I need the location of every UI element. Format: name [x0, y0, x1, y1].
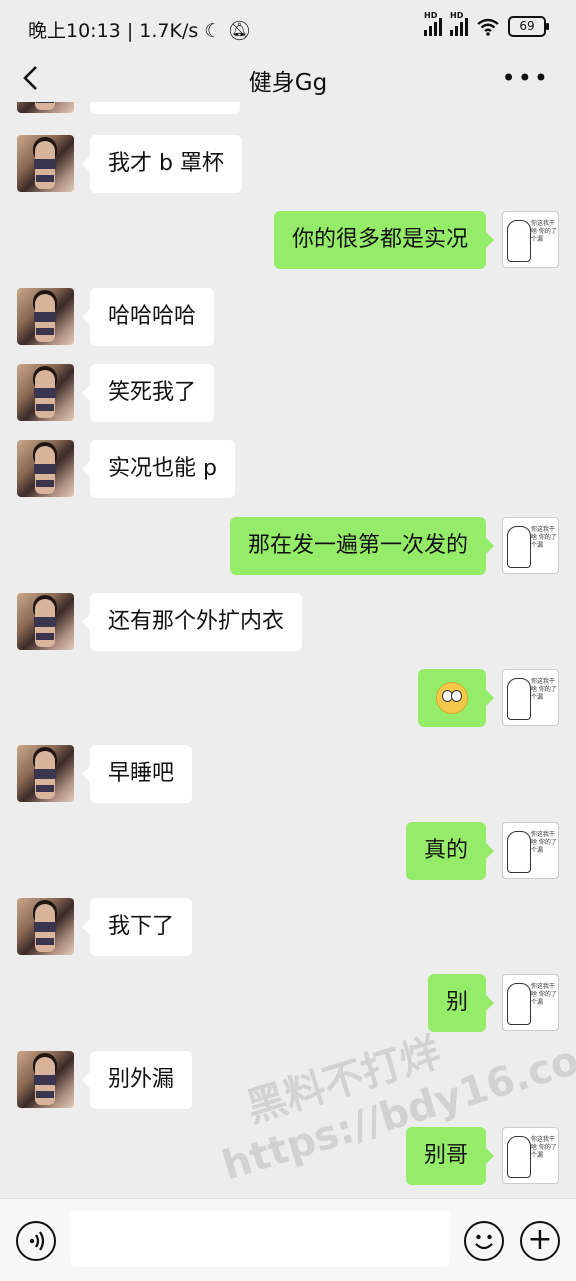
cartoon-face-icon [507, 830, 531, 873]
message-list[interactable]: 我才 b 罩杯你这我干啥 你的了个漏 你的很多都是实况 哈哈哈哈笑死我了实况也能 p… [0, 102, 576, 1198]
message-bubble[interactable]: 还有那个外扩内衣 [81, 592, 303, 651]
outgoing-message-row: 你这我干啥 你的了个漏 [0, 669, 576, 729]
message-input[interactable] [70, 1211, 450, 1267]
avatar-caption: 你这我干啥 你的了个漏 [531, 525, 557, 549]
contact-avatar[interactable] [17, 287, 74, 345]
contact-avatar[interactable] [17, 592, 74, 650]
cartoon-face-icon [507, 983, 531, 1026]
battery-icon: 69 [508, 16, 549, 37]
add-more-icon[interactable]: + [520, 1221, 560, 1261]
outgoing-message-row: 你这我干啥 你的了个漏 那在发一遍第一次发的 [0, 516, 576, 577]
input-bar: + [0, 1198, 576, 1281]
signal-icon: HD [424, 11, 442, 36]
outgoing-message-row: 你这我干啥 你的了个漏 别 [0, 974, 576, 1034]
voice-input-icon[interactable] [16, 1221, 56, 1261]
signal-icon: HD [450, 11, 468, 36]
message-bubble[interactable]: 别哥 [405, 1126, 495, 1185]
avatar-caption: 你这我干啥 你的了个漏 [531, 983, 557, 1007]
message-bubble[interactable] [418, 669, 494, 728]
incoming-message-row: 早睡吧 [0, 745, 576, 805]
message-bubble[interactable]: 你的很多都是实况 [273, 211, 495, 270]
contact-avatar[interactable] [17, 745, 74, 803]
more-options-icon[interactable]: ••• [502, 64, 550, 92]
avatar-caption: 你这我干啥 你的了个漏 [531, 1135, 557, 1159]
message-bubble-partial [90, 102, 240, 114]
cartoon-face-icon [507, 220, 531, 263]
status-right: HD HD 69 [424, 11, 549, 37]
message-bubble[interactable]: 笑死我了 [81, 363, 215, 422]
message-bubble[interactable]: 别外漏 [81, 1050, 193, 1109]
contact-avatar[interactable] [17, 135, 74, 192]
incoming-message-row: 我才 b 罩杯 [0, 135, 576, 195]
message-bubble[interactable]: 别 [427, 974, 495, 1033]
my-avatar[interactable]: 你这我干啥 你的了个漏 [502, 669, 559, 727]
message-bubble[interactable]: 那在发一遍第一次发的 [229, 516, 495, 575]
message-bubble[interactable]: 我下了 [81, 898, 193, 956]
avatar-caption: 你这我干啥 你的了个漏 [531, 678, 557, 702]
contact-avatar[interactable] [17, 363, 74, 421]
message-bubble[interactable]: 我才 b 罩杯 [82, 135, 242, 193]
message-bubble[interactable]: 真的 [405, 821, 495, 880]
cartoon-face-icon [507, 1135, 531, 1178]
outgoing-message-row: 你这我干啥 你的了个漏 你的很多都是实况 [0, 211, 576, 271]
my-avatar[interactable]: 你这我干啥 你的了个漏 [502, 974, 559, 1032]
incoming-message-row: 别外漏 [0, 1050, 576, 1111]
status-net-speed: 1.7K/s [139, 20, 199, 42]
incoming-message-row: 笑死我了 [0, 363, 576, 424]
message-bubble[interactable]: 早睡吧 [81, 745, 193, 804]
cartoon-face-icon [507, 525, 531, 568]
status-divider: | [126, 20, 140, 42]
avatar-caption: 你这我干啥 你的了个漏 [531, 220, 557, 244]
avatar-caption: 你这我干啥 你的了个漏 [531, 830, 557, 854]
contact-avatar[interactable] [17, 102, 74, 113]
smiley-icon [475, 1234, 493, 1250]
moon-icon: ☾ [204, 20, 222, 42]
outgoing-message-row: 你这我干啥 你的了个漏 真的 [0, 821, 576, 882]
contact-avatar[interactable] [17, 898, 74, 955]
my-avatar[interactable]: 你这我干啥 你的了个漏 [502, 821, 559, 879]
message-row-partial [0, 102, 576, 116]
status-time: 晚上10:13 [28, 20, 121, 42]
message-bubble[interactable]: 哈哈哈哈 [81, 287, 215, 346]
my-avatar[interactable]: 你这我干啥 你的了个漏 [502, 516, 559, 574]
incoming-message-row: 实况也能 p [0, 440, 576, 500]
outgoing-message-row: 你这我干啥 你的了个漏 别哥 [0, 1126, 576, 1187]
contact-avatar[interactable] [17, 1050, 74, 1108]
incoming-message-row: 还有那个外扩内衣 [0, 592, 576, 653]
cartoon-face-icon [507, 678, 531, 721]
emoji-picker-icon[interactable] [464, 1221, 504, 1261]
my-avatar[interactable]: 你这我干啥 你的了个漏 [502, 1126, 559, 1184]
mute-icon: 🔕︎ [227, 20, 252, 42]
flushed-face-emoji-icon [436, 682, 468, 715]
incoming-message-row: 哈哈哈哈 [0, 287, 576, 348]
status-left: 晚上10:13 | 1.7K/s ☾ 🔕︎ [28, 16, 252, 43]
incoming-message-row: 我下了 [0, 898, 576, 958]
contact-avatar[interactable] [17, 440, 74, 498]
wifi-icon [477, 18, 499, 36]
my-avatar[interactable]: 你这我干啥 你的了个漏 [502, 211, 559, 269]
status-bar: 晚上10:13 | 1.7K/s ☾ 🔕︎ HD HD 69 [0, 0, 576, 56]
voice-wave-icon [29, 1231, 45, 1251]
chat-title: 健身Gg [248, 70, 328, 96]
chat-header: 健身Gg ••• [0, 56, 576, 102]
message-bubble[interactable]: 实况也能 p [82, 440, 235, 499]
